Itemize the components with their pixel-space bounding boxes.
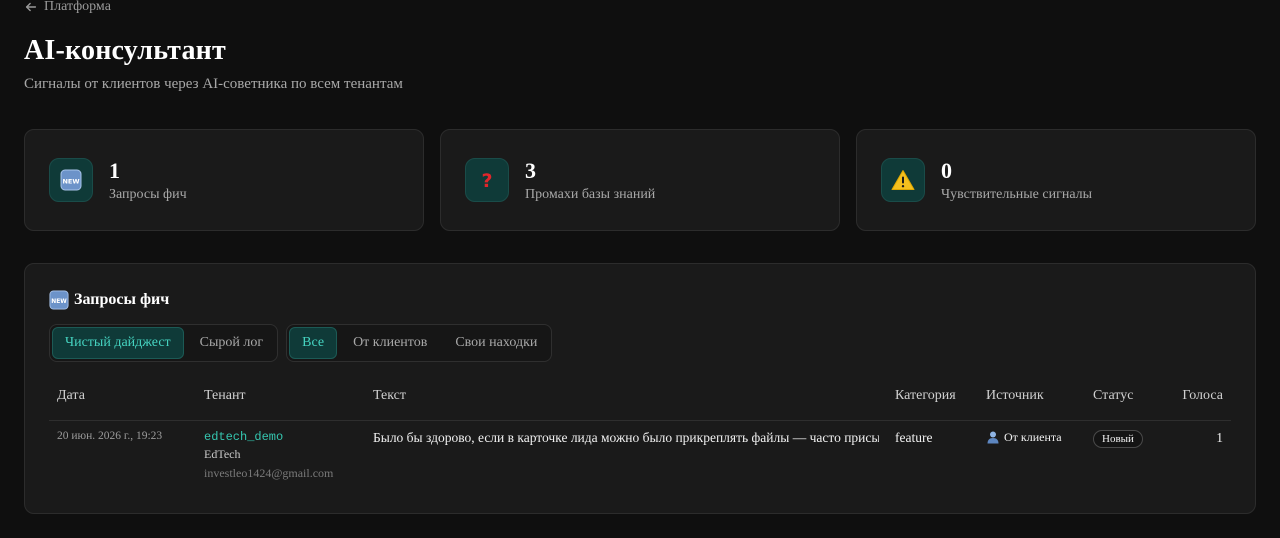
- panel-title: NEW Запросы фич: [49, 290, 169, 310]
- user-icon: [987, 431, 999, 444]
- svg-text:NEW: NEW: [51, 299, 67, 305]
- new-icon: NEW: [49, 158, 93, 202]
- row-votes: 1: [1216, 429, 1223, 445]
- stat-card-kb-misses: ? 3 Промахи базы знаний: [440, 129, 840, 231]
- column-header-text[interactable]: Текст: [365, 384, 887, 421]
- column-header-date[interactable]: Дата: [49, 384, 196, 421]
- status-badge: Новый: [1093, 429, 1143, 448]
- row-category: feature: [895, 429, 933, 445]
- row-source-label: От клиента: [1004, 429, 1062, 444]
- column-header-status[interactable]: Статус: [1085, 384, 1165, 421]
- stats-row: NEW 1 Запросы фич ? 3 Промахи базы знани…: [24, 129, 1256, 231]
- filter-from-clients[interactable]: От клиентов: [341, 327, 439, 359]
- stat-label: Чувствительные сигналы: [941, 186, 1093, 202]
- row-text: Было бы здорово, если в карточке лида мо…: [373, 429, 879, 445]
- row-date: 20 июн. 2026 г., 19:23: [57, 429, 163, 442]
- row-tenant-code[interactable]: edtech_demo: [204, 430, 357, 444]
- stat-label: Запросы фич: [109, 186, 187, 202]
- view-toggle: Чистый дайджест Сырой лог: [49, 324, 279, 362]
- filter-all[interactable]: Все: [289, 327, 338, 359]
- stat-label: Промахи базы знаний: [525, 186, 656, 202]
- stat-card-feature-requests: NEW 1 Запросы фич: [24, 129, 424, 231]
- stat-card-sensitive-signals: 0 Чувствительные сигналы: [856, 129, 1256, 231]
- row-tenant-name: EdTech: [204, 446, 241, 461]
- filter-toggle: Все От клиентов Свои находки: [286, 324, 553, 362]
- page-subtitle: Сигналы от клиентов через AI-советника п…: [24, 76, 403, 92]
- column-header-votes[interactable]: Голоса: [1165, 384, 1231, 421]
- column-header-source[interactable]: Источник: [978, 384, 1085, 421]
- page-title: AI-консультант: [24, 35, 226, 66]
- row-source: От клиента: [986, 430, 1077, 445]
- column-header-tenant[interactable]: Тенант: [196, 384, 365, 421]
- table-row[interactable]: 20 июн. 2026 г., 19:23 edtech_demo EdTec…: [49, 420, 1231, 490]
- question-icon: ?: [465, 158, 509, 202]
- toggle-clean-digest[interactable]: Чистый дайджест: [52, 327, 184, 359]
- toggle-row: Чистый дайджест Сырой лог Все От клиенто…: [49, 324, 553, 362]
- toggle-raw-log[interactable]: Сырой лог: [188, 327, 275, 359]
- panel-title-label: Запросы фич: [74, 291, 170, 308]
- row-tenant-email: investleo1424@gmail.com: [204, 465, 334, 480]
- table-header-row: Дата Тенант Текст Категория Источник Ста…: [49, 384, 1231, 421]
- feature-requests-panel: NEW Запросы фич Чистый дайджест Сырой ло…: [24, 263, 1256, 514]
- warning-icon: [881, 158, 925, 202]
- stat-value: 1: [109, 157, 120, 183]
- new-icon: NEW: [49, 290, 69, 310]
- arrow-left-icon: [25, 2, 37, 12]
- svg-text:?: ?: [481, 170, 492, 191]
- feature-requests-table: Дата Тенант Текст Категория Источник Ста…: [49, 384, 1231, 490]
- filter-own-findings[interactable]: Свои находки: [443, 327, 549, 359]
- svg-text:NEW: NEW: [62, 178, 79, 186]
- stat-value: 3: [525, 157, 536, 183]
- breadcrumb-label: Платформа: [44, 0, 111, 14]
- column-header-category[interactable]: Категория: [887, 384, 978, 421]
- stat-value: 0: [941, 157, 952, 183]
- breadcrumb-back-link[interactable]: Платформа: [24, 0, 111, 15]
